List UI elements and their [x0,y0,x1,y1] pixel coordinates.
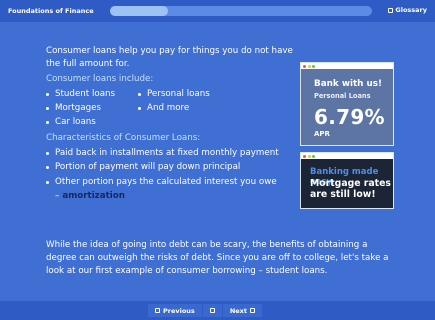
glossary-label: Glossary [395,6,427,14]
list-item: Student loans [46,88,138,101]
window-dot-icon [307,64,311,68]
bullet-icon [46,106,49,110]
bullet-icon [46,92,49,96]
progress-bar [110,6,372,16]
amortization-term[interactable]: – amortization [55,190,296,203]
box-icon [155,308,160,313]
bullet-icon [138,92,141,96]
bank-ad: Bank with us! Personal Loans 6.79% APR [300,62,394,146]
course-title: Foundations of Finance [8,7,94,15]
ad-rate: 6.79% [314,105,385,129]
top-bar: Foundations of Finance Glossary [0,0,435,22]
lesson-content: Consumer loans help you pay for things y… [46,45,296,203]
previous-label: Previous [163,306,195,315]
bullet-icon [138,106,141,110]
characteristics-heading: Characteristics of Consumer Loans: [46,133,201,143]
window-dot-icon [312,154,315,158]
bullet-icon [46,180,49,184]
bullet-icon [46,166,49,169]
progress-fill [110,6,168,16]
intro-text: Consumer loans help you pay for things y… [46,46,293,69]
list-item: And more [138,102,238,115]
closing-paragraph: While the idea of going into debt can be… [46,240,389,276]
bullet-icon [46,151,49,155]
characteristics-list: Paid back in installments at fixed month… [46,147,296,189]
box-icon [209,308,215,313]
ad-window-bar [301,63,393,69]
ad-headline: Mortgage rates are still low! [310,178,391,200]
list-item: Other portion pays the calculated intere… [46,176,296,189]
types-heading: Consumer loans include: [46,74,154,84]
page-button[interactable] [202,304,222,317]
glossary-button[interactable]: Glossary [388,6,427,14]
box-icon [249,308,255,313]
window-dot-icon [312,64,315,68]
window-dot-icon [307,154,311,158]
window-dot-icon [303,64,306,68]
ad-rate-label: APR [314,130,330,138]
list-item: Car loans [46,116,138,129]
amortization-dash: – [55,191,60,201]
next-label: Next [229,306,247,315]
bullet-icon [46,120,49,124]
window-dot-icon [303,154,306,158]
list-item: Personal loans [138,88,238,101]
list-item: Portion of payment will pay down princip… [46,161,296,174]
ad-subtitle: Personal Loans [314,92,371,100]
box-icon [388,7,394,13]
ad-title: Bank with us! [314,79,382,89]
ad-window-bar [301,153,393,159]
list-item: Mortgages [46,102,138,115]
bottom-bar: Previous Next [0,301,435,320]
amortization-link[interactable]: amortization [62,191,125,201]
mortgage-ad: Banking made easy. Mortgage rates are st… [300,152,394,209]
list-item: Paid back in installments at fixed month… [46,147,296,160]
previous-button[interactable]: Previous [148,304,202,317]
next-button[interactable]: Next [222,304,262,317]
pager: Previous Next [148,304,262,317]
loan-types-list: Student loans Personal loans Mortgages A… [46,88,296,129]
